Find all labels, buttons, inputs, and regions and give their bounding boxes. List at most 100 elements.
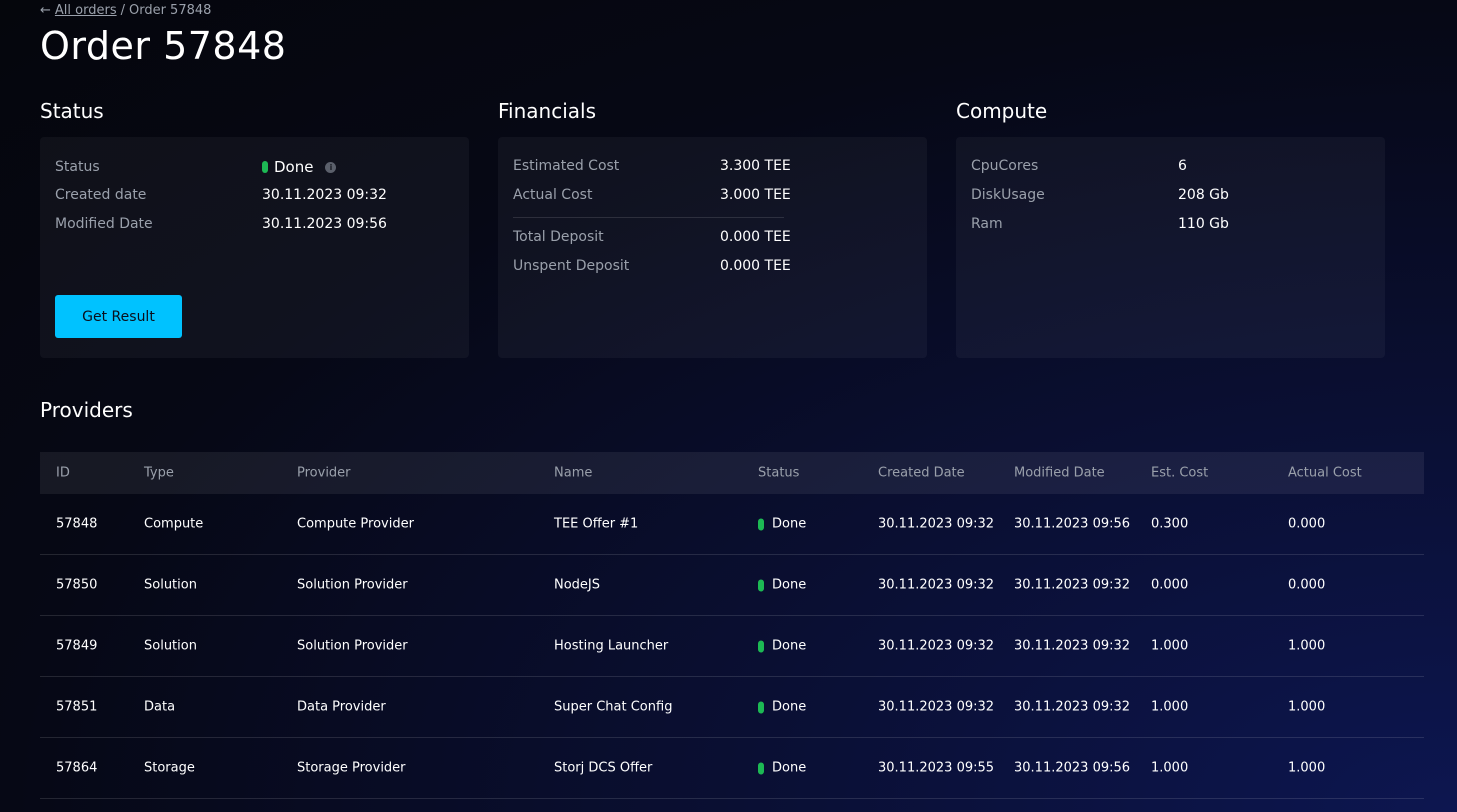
cell-id: 57864 bbox=[56, 760, 98, 776]
status-done-dot-icon bbox=[758, 701, 764, 713]
created-date-value: 30.11.2023 09:32 bbox=[262, 187, 387, 203]
modified-date-value: 30.11.2023 09:56 bbox=[262, 216, 387, 232]
total-deposit-row: Total Deposit 0.000 TEE bbox=[513, 229, 791, 245]
disk-usage-value: 208 Gb bbox=[1178, 187, 1229, 203]
cell-status: Done bbox=[758, 761, 806, 776]
get-result-button[interactable]: Get Result bbox=[55, 295, 182, 338]
status-done-dot-icon bbox=[758, 518, 764, 530]
cell-type: Solution bbox=[144, 577, 197, 593]
cell-type: Data bbox=[144, 699, 176, 715]
cell-status: Done bbox=[758, 700, 806, 715]
cell-type: Storage bbox=[144, 760, 195, 776]
cell-modified-date: 30.11.2023 09:32 bbox=[1014, 577, 1131, 593]
actual-cost-value: 3.000 TEE bbox=[720, 187, 791, 203]
cell-name: TEE Offer #1 bbox=[554, 516, 639, 532]
created-date-row: Created date 30.11.2023 09:32 bbox=[55, 187, 387, 203]
created-date-label: Created date bbox=[55, 187, 147, 203]
actual-cost-row: Actual Cost 3.000 TEE bbox=[513, 187, 791, 203]
cell-created-date: 30.11.2023 09:32 bbox=[878, 699, 995, 715]
cell-actual-cost: 1.000 bbox=[1288, 638, 1326, 654]
cell-provider: Compute Provider bbox=[297, 516, 414, 532]
header-est-cost: Est. Cost bbox=[1151, 465, 1209, 481]
actual-cost-label: Actual Cost bbox=[513, 187, 593, 203]
table-row[interactable]: 57850 Solution Solution Provider NodeJS … bbox=[40, 555, 1424, 616]
cell-modified-date: 30.11.2023 09:32 bbox=[1014, 699, 1131, 715]
cell-est-cost: 0.300 bbox=[1151, 516, 1189, 532]
header-modified-date: Modified Date bbox=[1014, 465, 1105, 481]
compute-section-title: Compute bbox=[956, 99, 1048, 123]
cell-name: NodeJS bbox=[554, 577, 601, 593]
ram-value: 110 Gb bbox=[1178, 216, 1229, 232]
cell-actual-cost: 0.000 bbox=[1288, 577, 1326, 593]
cell-name: Super Chat Config bbox=[554, 699, 673, 715]
cell-created-date: 30.11.2023 09:32 bbox=[878, 577, 995, 593]
cell-id: 57849 bbox=[56, 638, 98, 654]
status-section-title: Status bbox=[40, 99, 104, 123]
cpu-cores-label: CpuCores bbox=[971, 158, 1039, 174]
cell-actual-cost: 0.000 bbox=[1288, 516, 1326, 532]
cell-name: Storj DCS Offer bbox=[554, 760, 653, 776]
table-row[interactable]: 57864 Storage Storage Provider Storj DCS… bbox=[40, 738, 1424, 799]
breadcrumb: ← All orders / Order 57848 bbox=[40, 3, 211, 18]
cpu-cores-row: CpuCores 6 bbox=[971, 158, 1187, 174]
cell-type: Compute bbox=[144, 516, 204, 532]
total-deposit-label: Total Deposit bbox=[513, 229, 604, 245]
cell-created-date: 30.11.2023 09:32 bbox=[878, 516, 995, 532]
header-status: Status bbox=[758, 465, 800, 481]
total-deposit-value: 0.000 TEE bbox=[720, 229, 791, 245]
cell-est-cost: 1.000 bbox=[1151, 699, 1189, 715]
cell-provider: Storage Provider bbox=[297, 760, 406, 776]
cell-actual-cost: 1.000 bbox=[1288, 760, 1326, 776]
cell-created-date: 30.11.2023 09:55 bbox=[878, 760, 995, 776]
cell-status: Done bbox=[758, 578, 806, 593]
cell-status: Done bbox=[758, 517, 806, 532]
status-value-text: Done bbox=[274, 158, 314, 176]
page-title: Order 57848 bbox=[40, 24, 287, 68]
info-icon[interactable]: i bbox=[325, 161, 337, 173]
estimated-cost-label: Estimated Cost bbox=[513, 158, 620, 174]
financials-section-title: Financials bbox=[498, 99, 596, 123]
cell-modified-date: 30.11.2023 09:56 bbox=[1014, 516, 1131, 532]
ram-row: Ram 110 Gb bbox=[971, 216, 1229, 232]
modified-date-label: Modified Date bbox=[55, 216, 153, 232]
header-created-date: Created Date bbox=[878, 465, 965, 481]
cell-id: 57851 bbox=[56, 699, 98, 715]
cell-created-date: 30.11.2023 09:32 bbox=[878, 638, 995, 654]
financials-divider bbox=[513, 217, 784, 218]
cell-status-text: Done bbox=[772, 638, 807, 654]
table-row[interactable]: 57848 Compute Compute Provider TEE Offer… bbox=[40, 494, 1424, 555]
cell-status-text: Done bbox=[772, 699, 807, 715]
back-arrow-icon[interactable]: ← bbox=[40, 3, 51, 18]
status-row: Status Done i bbox=[55, 158, 337, 176]
cell-actual-cost: 1.000 bbox=[1288, 699, 1326, 715]
cell-status-text: Done bbox=[772, 577, 807, 593]
financials-card: Estimated Cost 3.300 TEE Actual Cost 3.0… bbox=[498, 137, 927, 358]
ram-label: Ram bbox=[971, 216, 1003, 232]
cell-modified-date: 30.11.2023 09:32 bbox=[1014, 638, 1131, 654]
cell-modified-date: 30.11.2023 09:56 bbox=[1014, 760, 1131, 776]
cell-est-cost: 1.000 bbox=[1151, 638, 1189, 654]
status-done-dot-icon bbox=[758, 579, 764, 591]
status-done-dot-icon bbox=[262, 161, 268, 173]
header-name: Name bbox=[554, 465, 593, 481]
providers-table: ID Type Provider Name Status Created Dat… bbox=[40, 452, 1424, 799]
breadcrumb-separator: / bbox=[120, 3, 125, 18]
table-row[interactable]: 57849 Solution Solution Provider Hosting… bbox=[40, 616, 1424, 677]
breadcrumb-all-orders-link[interactable]: All orders bbox=[55, 3, 117, 18]
cell-status-text: Done bbox=[772, 760, 807, 776]
unspent-deposit-value: 0.000 TEE bbox=[720, 258, 791, 274]
header-id: ID bbox=[56, 465, 70, 481]
cell-type: Solution bbox=[144, 638, 197, 654]
status-label: Status bbox=[55, 159, 100, 175]
cell-status-text: Done bbox=[772, 516, 807, 532]
providers-table-header: ID Type Provider Name Status Created Dat… bbox=[40, 452, 1424, 494]
table-row[interactable]: 57851 Data Data Provider Super Chat Conf… bbox=[40, 677, 1424, 738]
compute-card: CpuCores 6 DiskUsage 208 Gb Ram 110 Gb bbox=[956, 137, 1385, 358]
breadcrumb-current: Order 57848 bbox=[128, 3, 212, 18]
status-value: Done i bbox=[262, 158, 337, 176]
cell-status: Done bbox=[758, 639, 806, 654]
header-provider: Provider bbox=[297, 465, 351, 481]
header-actual-cost: Actual Cost bbox=[1288, 465, 1362, 481]
unspent-deposit-label: Unspent Deposit bbox=[513, 258, 630, 274]
header-type: Type bbox=[144, 465, 174, 481]
